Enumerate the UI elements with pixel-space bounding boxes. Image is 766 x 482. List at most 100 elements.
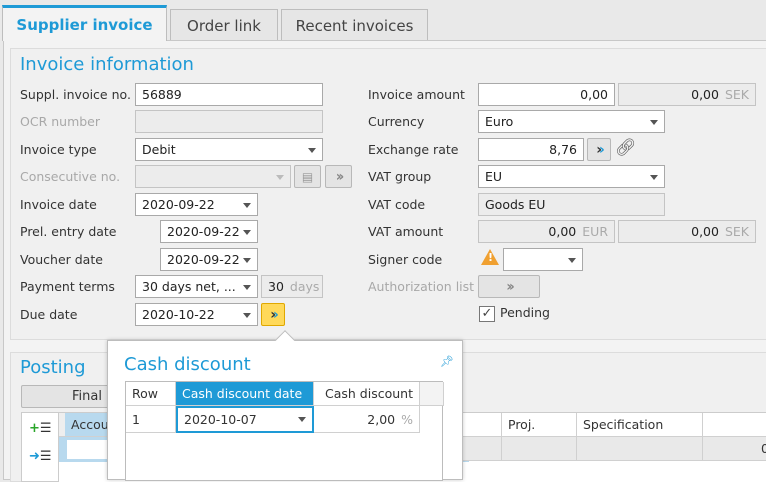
popup-title: Cash discount [124,354,251,375]
value: 0,00 [548,224,577,239]
posting-toolbar: +☰ ➜☰ [21,412,59,482]
chevron-down-icon [276,175,284,180]
label: VAT group [368,169,432,184]
chevron-down-icon [243,313,251,318]
insert-row-icon[interactable]: ➜☰ [29,449,52,464]
label: Exchange rate [368,142,459,157]
vat-group-select[interactable]: EU [478,165,665,188]
label: Final [72,389,102,404]
value: 30 [268,279,284,294]
label: Consecutive no. [20,169,121,184]
chevron-down-icon [243,258,251,263]
invoice-date-picker[interactable]: 2020-09-22 [135,193,258,216]
tab-order-link[interactable]: Order link [170,9,278,41]
unit: SEK [724,224,749,239]
tab-recent-invoices[interactable]: Recent invoices [281,9,428,41]
vat-amount-eur: 0,00 EUR [478,220,615,243]
vat-code-field: Goods EU [478,193,665,216]
chevron-down-icon [650,175,658,180]
cash-discount-table: Row Cash discount date Cash discount 1 2… [125,381,444,481]
consecutive-forward-button[interactable]: ›› [325,165,352,188]
consecutive-no-select [135,165,291,188]
label: Voucher date [20,252,103,267]
invoice-amount-input[interactable]: 0,00 [478,83,615,106]
chevron-down-icon [650,120,658,125]
cell[interactable] [460,437,502,461]
ocr-number-input [135,110,323,133]
chevron-down-icon [308,148,316,153]
label: Invoice date [20,197,97,212]
label: Authorization list [368,279,475,294]
posting-title: Posting [20,357,86,378]
currency-select[interactable]: Euro [478,110,665,133]
label: VAT amount [368,224,444,239]
cell-amount[interactable]: 0 [703,437,766,461]
signer-code-select[interactable] [503,248,583,271]
column-header-cash-discount-date[interactable]: Cash discount date [176,382,314,406]
cash-discount-date-picker[interactable]: 2020-10-07 [176,406,314,433]
invoice-type-select[interactable]: Debit [135,138,323,161]
double-chevron-right-icon: ›› [270,306,278,323]
value: 30 days net, ... [142,279,236,294]
pin-icon[interactable]: 📌︎ [440,355,454,368]
label: Prel. entry date [20,224,117,239]
chevron-down-icon [243,230,251,235]
double-chevron-right-icon: ›› [596,141,604,158]
voucher-date-picker[interactable]: 2020-09-22 [160,248,258,271]
value: 2,00 [367,412,396,427]
chevron-down-icon [243,203,251,208]
cell-proj[interactable] [502,437,577,461]
due-date-picker[interactable]: 2020-10-22 [135,303,258,326]
cell-cash-discount[interactable]: 2,00% [314,406,420,433]
authorization-list-button[interactable]: ›› [478,275,540,298]
double-chevron-right-icon: ›› [506,278,514,295]
column-header[interactable] [460,413,502,437]
value: 2020-10-22 [142,307,215,322]
value: 2020-10-07 [184,412,257,427]
cell-specification[interactable] [577,437,703,461]
value: 2020-09-22 [142,197,215,212]
value: Debit [142,142,176,157]
column-header-specification[interactable]: Specification [577,413,703,437]
unit: % [401,412,413,427]
value: Euro [485,114,514,129]
pending-checkbox[interactable]: ✓ [479,306,495,322]
value: EU [485,169,503,184]
link-icon[interactable]: 🔗︎ [615,138,637,158]
double-chevron-right-icon: ›› [335,168,344,185]
exchange-rate-input[interactable]: 8,76 [478,138,584,161]
prel-entry-date-picker[interactable]: 2020-09-22 [160,220,258,243]
column-header[interactable] [703,413,766,437]
chevron-down-icon [243,285,251,290]
pending-label: Pending [500,305,550,320]
warning-icon: ! [481,249,499,265]
document-icon: ▤ [301,169,314,184]
value: 0,00 [691,87,719,102]
label: Invoice type [20,142,97,157]
column-header-row[interactable]: Row [126,382,176,406]
label: Invoice amount [368,87,465,102]
chevron-down-icon [568,258,576,263]
cash-discount-button[interactable]: ›› [261,303,285,326]
label: Currency [368,114,425,129]
value: 0,00 [691,224,719,239]
payment-terms-select[interactable]: 30 days net, ... [135,275,258,298]
chevron-down-icon [298,417,306,422]
column-header-cash-discount[interactable]: Cash discount [314,382,420,406]
unit: EUR [582,224,608,239]
payment-days: 30 days [261,275,323,298]
section-title: Invoice information [20,54,194,75]
exchange-rate-button[interactable]: ›› [587,138,611,161]
suppl-invoice-no-input[interactable]: 56889 [135,83,323,106]
tab-supplier-invoice[interactable]: Supplier invoice [2,5,167,41]
add-row-icon[interactable]: +☰ [29,421,52,436]
cell-row[interactable]: 1 [126,406,176,433]
label: Payment terms [20,279,115,294]
invoice-amount-sek: 0,00 SEK [618,83,756,106]
label: Due date [20,307,78,322]
value: 2020-09-22 [167,252,240,267]
document-view-button[interactable]: ▤ [294,165,321,188]
column-header-proj[interactable]: Proj. [502,413,577,437]
label: OCR number [20,114,101,129]
unit: days [289,279,320,294]
